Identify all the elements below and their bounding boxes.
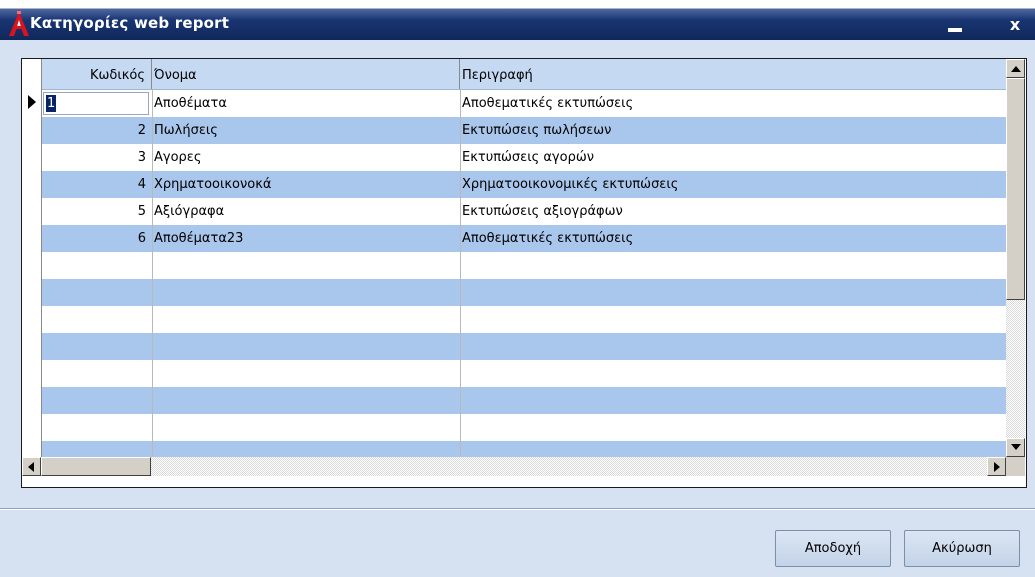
- app-logo-icon: [9, 11, 29, 36]
- arrow-left-icon: [28, 462, 34, 472]
- cell-code[interactable]: 1: [42, 90, 152, 117]
- cell-name[interactable]: Αγορες: [152, 144, 460, 171]
- cell-code[interactable]: 5: [42, 198, 152, 225]
- scroll-left-button[interactable]: [22, 457, 41, 476]
- grid-header: Κωδικός Όνομα Περιγραφή: [42, 59, 1006, 90]
- arrow-up-icon: [1011, 66, 1021, 72]
- cell-code[interactable]: 3: [42, 144, 152, 171]
- row-indicator-column: [22, 59, 42, 457]
- vertical-scroll-thumb[interactable]: [1006, 78, 1025, 300]
- table-row[interactable]: 2 Πωλήσεις Εκτυπώσεις πωλήσεων: [42, 117, 1006, 144]
- vertical-scrollbar[interactable]: [1006, 59, 1025, 457]
- close-button[interactable]: x: [1000, 14, 1030, 36]
- scroll-down-button[interactable]: [1006, 438, 1025, 457]
- minimize-icon: [948, 28, 962, 32]
- cancel-button[interactable]: Ακύρωση: [904, 530, 1020, 567]
- cell-name[interactable]: Αξιόγραφα: [152, 198, 460, 225]
- cell-code[interactable]: 4: [42, 171, 152, 198]
- arrow-down-icon: [1011, 444, 1021, 450]
- window-title: Κατηγορίες web report: [30, 14, 230, 32]
- scroll-right-button[interactable]: [987, 457, 1006, 476]
- grid-body: 1 Αποθέματα Αποθεματικές εκτυπώσεις 2 Πω…: [42, 90, 1006, 457]
- table-row[interactable]: 4 Χρηματοοικονοκά Χρηματοοικονομικές εκτ…: [42, 171, 1006, 198]
- close-icon: x: [1009, 15, 1021, 34]
- horizontal-scroll-thumb[interactable]: [41, 457, 151, 476]
- cell-name[interactable]: Πωλήσεις: [152, 117, 460, 144]
- cell-name[interactable]: Χρηματοοικονοκά: [152, 171, 460, 198]
- horizontal-scrollbar[interactable]: [22, 457, 1006, 476]
- cell-name[interactable]: Αποθέματα: [152, 90, 460, 117]
- scrollbar-corner: [1006, 457, 1025, 476]
- cell-code[interactable]: 6: [42, 225, 152, 252]
- cell-description[interactable]: Αποθεματικές εκτυπώσεις: [460, 90, 1006, 117]
- cell-code[interactable]: 2: [42, 117, 152, 144]
- footer-separator: [0, 508, 1035, 510]
- table-row[interactable]: 3 Αγορες Εκτυπώσεις αγορών: [42, 144, 1006, 171]
- cell-description[interactable]: Εκτυπώσεις πωλήσεων: [460, 117, 1006, 144]
- column-header-name[interactable]: Όνομα: [152, 59, 460, 89]
- cell-description[interactable]: Αποθεματικές εκτυπώσεις: [460, 225, 1006, 252]
- cell-description[interactable]: Εκτυπώσεις αγορών: [460, 144, 1006, 171]
- table-row[interactable]: 1 Αποθέματα Αποθεματικές εκτυπώσεις: [42, 90, 1006, 117]
- accept-button[interactable]: Αποδοχή: [775, 530, 891, 567]
- column-header-description[interactable]: Περιγραφή: [460, 59, 1006, 89]
- categories-grid[interactable]: Κωδικός Όνομα Περιγραφή 1 Αποθέματα Αποθ…: [21, 58, 1027, 488]
- current-row-arrow-icon: [28, 95, 36, 109]
- scroll-up-button[interactable]: [1006, 59, 1025, 78]
- cell-name[interactable]: Αποθέματα23: [152, 225, 460, 252]
- table-row[interactable]: 6 Αποθέματα23 Αποθεματικές εκτυπώσεις: [42, 225, 1006, 252]
- arrow-right-icon: [994, 462, 1000, 472]
- table-row[interactable]: 5 Αξιόγραφα Εκτυπώσεις αξιογράφων: [42, 198, 1006, 225]
- cell-description[interactable]: Χρηματοοικονομικές εκτυπώσεις: [460, 171, 1006, 198]
- selected-cell-text: 1: [46, 95, 57, 112]
- column-header-code[interactable]: Κωδικός: [42, 59, 152, 89]
- minimize-button[interactable]: [940, 14, 970, 36]
- cell-description[interactable]: Εκτυπώσεις αξιογράφων: [460, 198, 1006, 225]
- title-bar: Κατηγορίες web report x: [0, 0, 1035, 40]
- cell-editor[interactable]: 1: [43, 92, 149, 115]
